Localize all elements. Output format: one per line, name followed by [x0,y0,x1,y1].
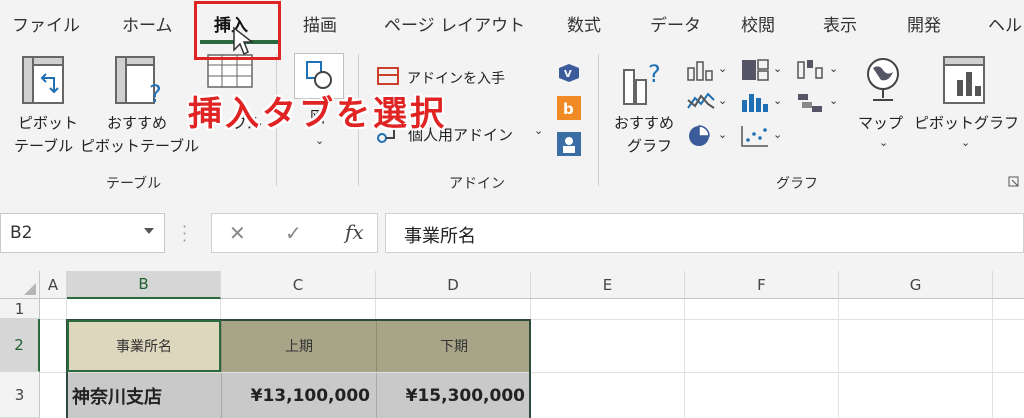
pie-chart-icon[interactable] [686,124,716,148]
chevron-down-icon[interactable]: ⌄ [718,128,727,141]
combo-chart-icon[interactable] [796,90,826,114]
maps-label: マップ [858,114,904,132]
cancel-icon[interactable]: ✕ [229,221,246,245]
recommended-pivot-label-1: おすすめ [107,114,168,132]
enter-icon[interactable]: ✓ [285,221,302,245]
group-label-table: テーブル [106,176,162,192]
visio-icon[interactable]: V [557,62,581,84]
mouse-cursor-icon [233,26,254,56]
chevron-down-icon[interactable]: ⌄ [829,62,838,75]
row-header-3[interactable]: 3 [0,372,40,418]
waterfall-chart-icon[interactable] [796,58,826,82]
column-header-g[interactable]: G [839,271,993,299]
pivot-table-label-1: ピボット [18,114,79,132]
recommended-pivot-table-icon[interactable]: ? [115,56,167,108]
tab-formulas[interactable]: 数式 [567,11,601,36]
chevron-down-icon[interactable]: ⌄ [961,136,970,149]
chevron-down-icon[interactable]: ⌄ [718,62,727,75]
tab-help[interactable]: ヘル [988,11,1022,36]
chevron-down-icon[interactable]: ⌄ [773,62,782,75]
recommended-charts-icon[interactable]: ? [622,56,670,106]
recommended-charts-label-2: グラフ [627,137,673,155]
pivot-table-icon[interactable] [22,56,66,106]
chevron-down-icon[interactable]: ⌄ [315,134,324,147]
chevron-down-icon[interactable] [144,228,154,234]
name-box-value: B2 [10,223,33,243]
instruction-callout: 挿入タブを選択 [188,94,447,134]
pivot-chart-icon[interactable] [943,56,991,108]
globe-map-icon[interactable] [863,56,903,104]
line-chart-icon[interactable] [686,90,716,114]
ribbon-insert: ピボット テーブル ? おすすめ ピボットテーブル ブル テーブル 図 ⌄ アド… [0,46,1024,197]
chevron-down-icon[interactable]: ⌄ [879,136,888,149]
store-icon[interactable] [376,66,402,88]
statistic-chart-icon[interactable] [740,90,770,114]
insert-function-icon[interactable]: fx [345,220,364,244]
formula-buttons: ✕ ✓ fx [211,213,378,253]
get-addins-label[interactable]: アドインを入手 [407,68,505,88]
row-header-2[interactable]: 2 [0,319,40,372]
formula-input[interactable]: 事業所名 [385,213,1024,253]
bing-maps-icon[interactable]: b [557,96,581,120]
pivot-table-label-2: テーブル [14,137,74,155]
column-header-e[interactable]: E [531,271,685,299]
chevron-down-icon[interactable]: ⌄ [773,94,782,107]
dialog-launcher-icon[interactable] [1008,176,1020,188]
svg-text:b: b [563,100,574,118]
drag-handle-icon[interactable]: · · · [182,219,187,249]
worksheet-grid[interactable]: A B C D E F G 1 2 3 事業所名 上期 下期 神奈川支店 ¥13… [0,271,1024,418]
column-header-f[interactable]: F [685,271,839,299]
recommended-pivot-label-2: ピボットテーブル [80,137,200,155]
column-header-a[interactable]: A [40,271,67,299]
tab-view[interactable]: 表示 [823,11,857,36]
pivot-chart-label: ピボットグラフ [914,114,1020,132]
name-box[interactable]: B2 [0,213,165,253]
tab-home[interactable]: ホーム [122,11,173,36]
svg-text:?: ? [648,60,661,88]
recommended-charts-label-1: おすすめ [614,114,675,132]
active-cell-selection [67,320,221,372]
scatter-chart-icon[interactable] [740,124,770,148]
tab-review[interactable]: 校閲 [741,11,775,36]
chevron-down-icon[interactable]: ⌄ [534,124,543,137]
column-header-h[interactable] [993,271,1024,299]
column-header-b[interactable]: B [67,271,221,299]
ribbon-tab-bar: ファイル ホーム 挿入 描画 ページ レイアウト 数式 データ 校閲 表示 開発… [0,0,1024,46]
svg-text:V: V [564,69,572,80]
formula-bar: B2 · · · ✕ ✓ fx 事業所名 [0,196,1024,271]
tab-page-layout[interactable]: ページ レイアウト [384,11,525,36]
tab-developer[interactable]: 開発 [907,11,941,36]
hierarchy-chart-icon[interactable] [740,58,770,82]
chevron-down-icon[interactable]: ⌄ [829,94,838,107]
chevron-down-icon[interactable]: ⌄ [718,94,727,107]
row-header-1[interactable]: 1 [0,299,40,319]
tab-draw[interactable]: 描画 [303,11,337,36]
column-header-c[interactable]: C [221,271,376,299]
svg-text:?: ? [149,80,162,108]
column-chart-icon[interactable] [686,60,716,82]
column-header-d[interactable]: D [376,271,531,299]
formula-value: 事業所名 [404,226,476,247]
tab-file[interactable]: ファイル [12,11,80,36]
select-all-button[interactable] [0,271,40,299]
group-separator [598,54,599,186]
chevron-down-icon[interactable]: ⌄ [773,128,782,141]
group-label-charts: グラフ [776,176,818,192]
tab-data[interactable]: データ [650,11,701,36]
people-graph-icon[interactable] [557,132,581,156]
group-label-addins: アドイン [449,176,505,192]
